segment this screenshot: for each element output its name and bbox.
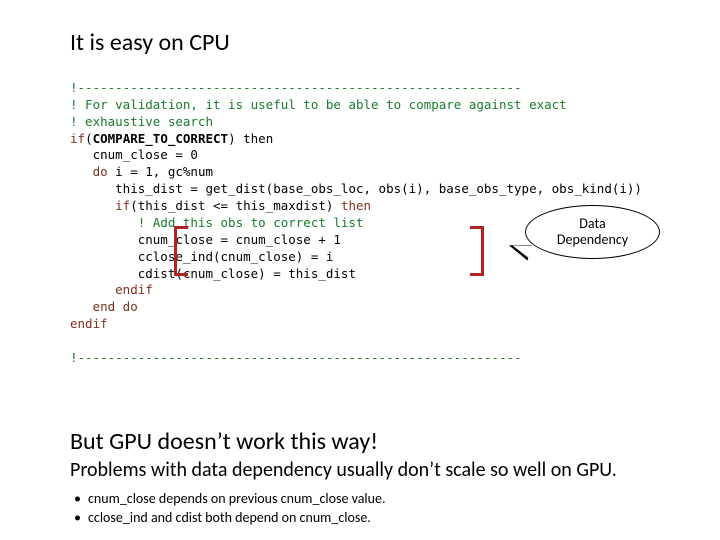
code-kw: do <box>70 164 108 179</box>
code-line: cdist(cnum_close) = this_dist <box>70 266 356 281</box>
code-line: ! Add this obs to correct list <box>70 215 364 230</box>
bullet-list: cnum_close depends on previous cnum_clos… <box>70 490 650 528</box>
code-text: ) then <box>228 131 273 146</box>
code-line: cclose_ind(cnum_close) = i <box>70 249 333 264</box>
list-item: cnum_close depends on previous cnum_clos… <box>88 490 650 509</box>
code-line: endif <box>70 316 108 331</box>
code-line: end do <box>70 299 138 314</box>
callout-text: Data Dependency <box>557 216 628 248</box>
code-line: cnum_close = cnum_close + 1 <box>70 232 341 247</box>
code-text: COMPARE_TO_CORRECT <box>93 131 228 146</box>
bracket-left-icon <box>174 226 188 276</box>
code-text: ( <box>85 131 93 146</box>
bracket-right-icon <box>470 226 484 276</box>
code-text: (this_dist <= this_maxdist) <box>130 198 341 213</box>
list-item: cclose_ind and cdist both depend on cnum… <box>88 509 650 528</box>
code-line: endif <box>70 282 153 297</box>
code-kw: if <box>70 198 130 213</box>
code-line: this_dist = get_dist(base_obs_loc, obs(i… <box>70 181 642 196</box>
slide-subtitle: But GPU doesn’t work this way! <box>70 427 650 456</box>
code-line: cnum_close = 0 <box>70 147 198 162</box>
code-text: i = 1, gc%num <box>108 164 213 179</box>
code-line: ! exhaustive search <box>70 114 213 129</box>
body-text: Problems with data dependency usually do… <box>70 458 650 482</box>
code-block: !---------------------------------------… <box>70 63 650 417</box>
code-line: !---------------------------------------… <box>70 80 522 95</box>
code-line: !---------------------------------------… <box>70 350 522 365</box>
slide-title: It is easy on CPU <box>70 28 650 57</box>
code-kw: then <box>341 198 371 213</box>
code-kw: if <box>70 131 85 146</box>
code-line: ! For validation, it is useful to be abl… <box>70 97 567 112</box>
callout-bubble: Data Dependency <box>525 205 660 259</box>
